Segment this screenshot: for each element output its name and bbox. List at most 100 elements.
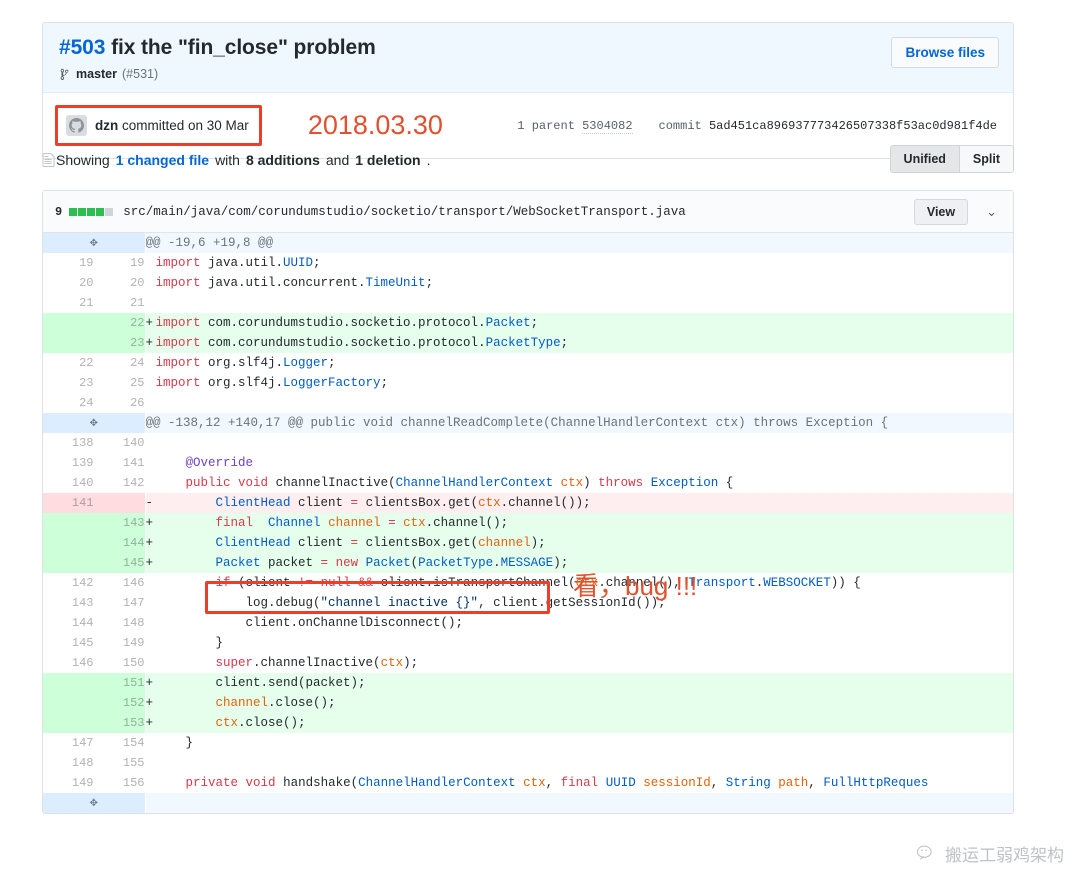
diff-stat-block <box>69 207 78 216</box>
parent-info: 1 parent 5304082 <box>517 118 633 134</box>
diff-code-cell <box>145 433 1013 453</box>
diff-old-line-number: 138 <box>43 433 94 453</box>
diff-new-line-number: 143 <box>94 513 145 533</box>
view-file-button[interactable]: View <box>913 198 969 225</box>
diff-line-row: 152 + channel.close(); <box>43 693 1013 713</box>
diff-new-line-number: 151 <box>94 673 145 693</box>
diff-code-cell: + channel.close(); <box>145 693 1013 713</box>
diff-new-line-number: 152 <box>94 693 145 713</box>
diff-code-cell <box>145 293 1013 313</box>
diff-code-cell: import java.util.UUID; <box>145 253 1013 273</box>
diff-new-line-number <box>94 493 145 513</box>
branch-name[interactable]: master <box>76 67 117 81</box>
diff-new-line-number: 153 <box>94 713 145 733</box>
github-commit-page: #503 fix the "fin_close" problem master … <box>0 0 1080 890</box>
diff-code-cell: } <box>145 733 1013 753</box>
expand-hunk-button[interactable]: ✥ <box>43 793 145 813</box>
annotation-bug-note: 看，bug !!! <box>573 571 698 601</box>
diff-new-line-number: 155 <box>94 753 145 773</box>
diff-new-line-number: 141 <box>94 453 145 473</box>
diff-new-line-number: 154 <box>94 733 145 753</box>
diff-code-cell: + import com.corundumstudio.socketio.prot… <box>145 313 1013 333</box>
diff-code-cell: - ClientHead client = clientsBox.get(ctx… <box>145 493 1013 513</box>
browse-files-button[interactable]: Browse files <box>891 37 999 68</box>
diff-old-line-number: 147 <box>43 733 94 753</box>
wechat-icon <box>916 844 938 864</box>
diff-line-row: 149 156 private void handshake(ChannelHan… <box>43 773 1013 793</box>
diff-new-line-number: 23 <box>94 333 145 353</box>
diff-new-line-number: 140 <box>94 433 145 453</box>
diff-code-cell: + client.send(packet); <box>145 673 1013 693</box>
branch-line: master (#531) <box>59 67 997 81</box>
diff-line-row: 141 - ClientHead client = clientsBox.get(… <box>43 493 1013 513</box>
unfold-icon[interactable]: ✥ <box>90 413 98 433</box>
diff-new-line-number: 25 <box>94 373 145 393</box>
diff-line-row: 144 + ClientHead client = clientsBox.get(… <box>43 533 1013 553</box>
diff-line-row: 24 26 <box>43 393 1013 413</box>
diff-line-row: 143 147 log.debug("channel inactive {}", … <box>43 593 1013 613</box>
tab-split[interactable]: Split <box>958 146 1013 172</box>
commit-number[interactable]: #503 <box>59 36 105 59</box>
diff-new-line-number: 24 <box>94 353 145 373</box>
unfold-icon[interactable]: ✥ <box>90 793 98 813</box>
parent-sha[interactable]: 5304082 <box>582 118 633 134</box>
diff-new-line-number: 26 <box>94 393 145 413</box>
expand-hunk-button[interactable]: ✥ <box>43 413 145 433</box>
diff-line-row: 142 146 if (client != null && client.isTr… <box>43 573 1013 593</box>
diff-code-cell: super.channelInactive(ctx); <box>145 653 1013 673</box>
branch-icon <box>59 67 71 81</box>
diff-body: ✥ @@ -19,6 +19,8 @@ 19 19 import java.util.… <box>43 233 1013 813</box>
diff-new-line-number: 22 <box>94 313 145 333</box>
additions-count: 8 additions <box>245 152 320 168</box>
diff-old-line-number: 142 <box>43 573 94 593</box>
diff-code-cell: import java.util.concurrent.TimeUnit; <box>145 273 1013 293</box>
diff-summary-bar: Showing 1 changed file with 8 additions … <box>42 145 1014 175</box>
expand-hunk-button[interactable]: ✥ <box>43 233 145 253</box>
unfold-icon[interactable]: ✥ <box>90 233 98 253</box>
diff-new-line-number: 144 <box>94 533 145 553</box>
diff-code-cell: @@ -19,6 +19,8 @@ <box>145 233 1013 253</box>
diff-old-line-number <box>43 693 94 713</box>
diff-code-cell: + final Channel channel = ctx.channel(); <box>145 513 1013 533</box>
diff-new-line-number: 146 <box>94 573 145 593</box>
diff-line-row: 23 25 import org.slf4j.LoggerFactory; <box>43 373 1013 393</box>
diff-line-row: 19 19 import java.util.UUID; <box>43 253 1013 273</box>
diff-stat-block <box>78 207 87 216</box>
diff-line-row: 147 154 } <box>43 733 1013 753</box>
tab-unified[interactable]: Unified <box>890 146 959 172</box>
commit-sha[interactable]: 5ad451ca896937773426507338f53ac0d981f4de <box>709 119 997 133</box>
diff-stat-block <box>87 207 96 216</box>
diff-old-line-number: 19 <box>43 253 94 273</box>
diff-line-row: 146 150 super.channelInactive(ctx); <box>43 653 1013 673</box>
deletions-count: 1 deletion <box>355 152 421 168</box>
file-path[interactable]: src/main/java/com/corundumstudio/socketi… <box>123 205 686 219</box>
diff-line-row: 23 + import com.corundumstudio.socketio.pr… <box>43 333 1013 353</box>
chevron-down-icon[interactable]: ⌄ <box>982 204 1001 220</box>
diff-code-cell <box>145 793 1013 813</box>
author-name[interactable]: dzn <box>95 118 118 133</box>
diff-new-line-number: 148 <box>94 613 145 633</box>
diff-old-line-number <box>43 553 94 573</box>
diff-stat-blocks <box>69 207 114 216</box>
diff-old-line-number <box>43 713 94 733</box>
diff-new-line-number: 21 <box>94 293 145 313</box>
diff-new-line-number: 149 <box>94 633 145 653</box>
diff-line-row: 140 142 public void channelInactive(Chann… <box>43 473 1013 493</box>
diff-code-cell: + ctx.close(); <box>145 713 1013 733</box>
diff-stat-block <box>96 207 105 216</box>
diff-line-row: 139 141 @Override <box>43 453 1013 473</box>
diff-old-line-number: 144 <box>43 613 94 633</box>
diff-old-line-number <box>43 513 94 533</box>
diff-line-row: 20 20 import java.util.concurrent.TimeUni… <box>43 273 1013 293</box>
diff-file-header: 9 src/main/java/com/corundumstudio/socke… <box>43 191 1013 233</box>
diff-hunk-row: ✥ <box>43 793 1013 813</box>
diff-old-line-number: 21 <box>43 293 94 313</box>
diff-new-line-number: 20 <box>94 273 145 293</box>
diff-line-row: 148 155 <box>43 753 1013 773</box>
diff-view-toggle[interactable]: Unified Split <box>889 145 1014 173</box>
diff-old-line-number <box>43 533 94 553</box>
diff-code-cell: @Override <box>145 453 1013 473</box>
pull-request-ref[interactable]: (#531) <box>122 67 158 81</box>
and-label: and <box>325 152 350 168</box>
changed-file-link[interactable]: 1 changed file <box>116 152 209 168</box>
